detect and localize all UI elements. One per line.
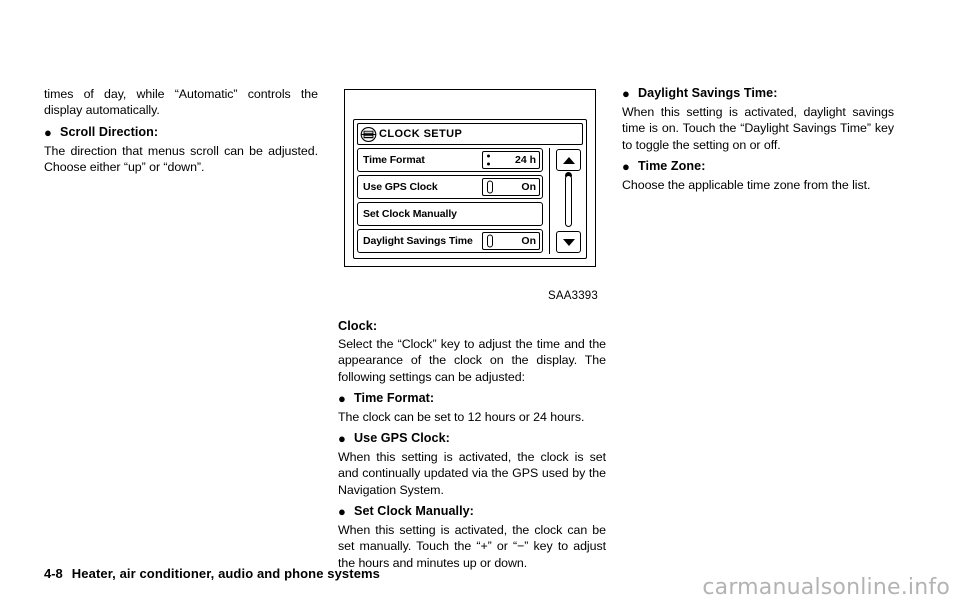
bullet-label: Time Format: (354, 390, 435, 405)
bullet-body: When this setting is activated, the cloc… (338, 523, 606, 570)
bullet-set-clock-manually: ● Set Clock Manually: (338, 504, 606, 519)
setting-row-daylight-savings-time[interactable]: Daylight Savings Time On (357, 229, 543, 253)
setting-value-text: On (521, 235, 536, 247)
bullet-dot-icon: ● (622, 86, 630, 101)
scroll-up-button[interactable] (556, 149, 581, 171)
bullet-time-zone: ● Time Zone: (622, 159, 894, 174)
screen-scrollbar[interactable] (549, 148, 583, 254)
figure-clock-setup: CLOCK SETUP Time Format 24 h Use GPS Clo… (344, 89, 596, 267)
head-unit-screen: CLOCK SETUP Time Format 24 h Use GPS Clo… (353, 119, 587, 259)
bullet-daylight-savings-time: ● Daylight Savings Time: (622, 86, 894, 101)
bullet-dot-icon: ● (338, 504, 346, 520)
setting-value-text: 24 h (514, 154, 536, 166)
clock-intro-paragraph: Select the “Clock” key to adjust the tim… (338, 337, 606, 384)
site-watermark: carmanualsonline.info (702, 575, 950, 600)
setting-value-box[interactable]: On (482, 178, 540, 196)
bullet-dot-icon: ● (338, 390, 346, 406)
bullet-label: Use GPS Clock: (354, 431, 450, 446)
bullet-body: When this setting is activated, daylight… (622, 105, 894, 152)
setting-value-box[interactable]: 24 h (482, 151, 540, 169)
screen-title-text: CLOCK SETUP (379, 128, 463, 140)
footer-page-number: 4-8 (44, 566, 63, 581)
setting-row-label: Set Clock Manually (363, 208, 457, 220)
right-column: ● Daylight Savings Time: When this setti… (622, 86, 894, 193)
left-continuation-paragraph: times of day, while “Automatic” controls… (44, 87, 318, 118)
bullet-label: Daylight Savings Time: (638, 86, 778, 100)
page-footer: 4-8 Heater, air conditioner, audio and p… (44, 566, 380, 581)
bullet-body: When this setting is activated, the cloc… (338, 450, 606, 497)
bullet-label: Scroll Direction: (60, 124, 159, 139)
bullet-body: The clock can be set to 12 hours or 24 h… (338, 409, 585, 424)
bullet-body: Choose the applicable time zone from the… (622, 177, 871, 192)
setting-row-set-clock-manually[interactable]: Set Clock Manually (357, 202, 543, 226)
scroll-down-button[interactable] (556, 231, 581, 253)
footer-section-title: Heater, air conditioner, audio and phone… (71, 566, 381, 581)
bullet-label: Set Clock Manually: (354, 504, 474, 519)
left-column: times of day, while “Automatic” controls… (44, 86, 318, 175)
bullet-time-format: ● Time Format: (338, 391, 606, 406)
colon-marker-icon (487, 154, 490, 166)
clock-setup-icon (360, 126, 377, 143)
triangle-up-icon (562, 156, 575, 164)
screen-title-bar: CLOCK SETUP (357, 123, 583, 145)
setting-row-time-format[interactable]: Time Format 24 h (357, 148, 543, 172)
setting-value-text: On (521, 181, 536, 193)
middle-column: Clock: Select the “Clock” key to adjust … (338, 318, 606, 571)
section-heading-clock: Clock: (338, 318, 378, 333)
scrollbar-track[interactable] (565, 175, 572, 227)
bullet-dot-icon: ● (622, 158, 630, 174)
bullet-label: Time Zone: (638, 158, 706, 173)
bullet-body: The direction that menus scroll can be a… (44, 143, 318, 174)
bullet-dot-icon: ● (338, 431, 346, 447)
triangle-down-icon (562, 238, 575, 246)
bullet-use-gps-clock: ● Use GPS Clock: (338, 431, 606, 446)
bullet-scroll-direction: ● Scroll Direction: (44, 125, 318, 140)
settings-list: Time Format 24 h Use GPS Clock On Set Cl… (357, 148, 543, 254)
pill-marker-icon (487, 180, 493, 194)
pill-marker-icon (487, 234, 493, 248)
manual-page: times of day, while “Automatic” controls… (0, 0, 960, 611)
figure-caption: SAA3393 (548, 290, 598, 302)
setting-value-box[interactable]: On (482, 232, 540, 250)
setting-row-label: Time Format (363, 154, 425, 166)
setting-row-label: Use GPS Clock (363, 181, 438, 193)
setting-row-use-gps-clock[interactable]: Use GPS Clock On (357, 175, 543, 199)
bullet-dot-icon: ● (44, 124, 52, 140)
setting-row-label: Daylight Savings Time (363, 235, 473, 247)
